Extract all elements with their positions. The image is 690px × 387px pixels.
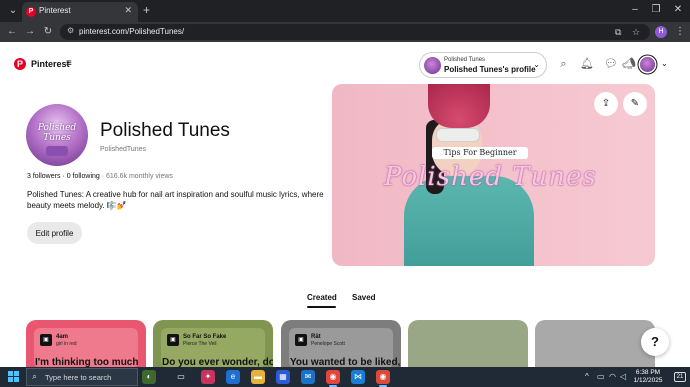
album-art-icon: ▣ — [295, 334, 307, 346]
song-title: So Far So Fake — [183, 334, 227, 340]
url-text[interactable]: pinterest.com/PolishedTunes/ — [79, 27, 184, 36]
account-menu-chevron-icon[interactable]: ⌄ — [661, 59, 668, 68]
lyric-text: I'm thinking too much — [35, 357, 139, 367]
active-tab-indicator — [307, 306, 336, 308]
system-clock[interactable]: 6:38 PM 1/12/2025 — [628, 369, 668, 385]
search-icon: ⌕ — [32, 371, 38, 381]
following-count[interactable]: 0 following — [67, 173, 100, 180]
song-artist: Penelope Scott — [311, 341, 345, 347]
pinterest-logo-icon[interactable]: P — [14, 58, 26, 70]
updates-megaphone-icon[interactable]: 📣︎ — [622, 58, 636, 71]
account-small-label: Polished Tunes — [444, 57, 486, 63]
chrome-icon[interactable]: ◉ — [326, 370, 340, 384]
notifications-bell-icon[interactable]: 🔔︎ — [580, 58, 594, 71]
new-tab-icon[interactable]: + — [143, 3, 150, 17]
tray-chevron-icon[interactable]: ^ — [585, 372, 589, 381]
edge-browser-icon[interactable]: e — [226, 370, 240, 384]
network-icon[interactable]: ▭ — [597, 372, 605, 381]
album-art-icon: ▣ — [40, 334, 52, 346]
tab-search-icon[interactable]: ⌄ — [6, 4, 20, 18]
copilot-icon[interactable]: ✦ — [201, 370, 215, 384]
cover-title: Polished Tunes — [384, 162, 597, 192]
profile-avatar: Polished Tunes — [26, 104, 88, 166]
board-card[interactable] — [408, 320, 528, 367]
browser-profile-avatar[interactable]: H — [655, 26, 667, 38]
clock-time: 6:38 PM — [635, 369, 661, 376]
weather-widget-icon[interactable]: ◐ — [142, 370, 156, 384]
mail-icon[interactable]: ✉ — [301, 370, 315, 384]
site-info-icon[interactable]: ⚙ — [67, 26, 74, 35]
account-avatar — [424, 57, 441, 74]
messages-icon[interactable]: 💬︎ — [604, 58, 618, 71]
wifi-icon[interactable]: ◠ — [609, 372, 616, 381]
share-icon[interactable]: ⇪ — [594, 92, 618, 116]
hamburger-menu-icon[interactable]: ≡ — [66, 58, 72, 69]
address-bar[interactable]: ⚙ pinterest.com/PolishedTunes/ ⧉ ☆ — [60, 24, 650, 40]
tab-created[interactable]: Created — [307, 293, 337, 302]
windows-start-icon[interactable] — [8, 371, 20, 383]
account-profile-label: Polished Tunes's profile — [444, 65, 536, 74]
window-close-icon[interactable]: ✕ — [671, 3, 685, 17]
maximize-icon[interactable]: ❐ — [649, 3, 663, 17]
profile-bio: Polished Tunes: A creative hub for nail … — [27, 190, 324, 210]
minimize-icon[interactable]: – — [628, 3, 642, 17]
task-view-icon[interactable]: ▭ — [174, 370, 188, 384]
pinterest-favicon-icon: P — [26, 7, 36, 17]
help-button[interactable]: ? — [641, 328, 669, 356]
profile-stats: 3 followers · 0 following · 616.6k month… — [27, 173, 173, 180]
browser-tab[interactable]: P Pinterest ✕ — [22, 2, 138, 22]
cover-image: Tips For Beginner Polished Tunes ⇪ ✎ — [332, 84, 655, 266]
song-title: 4am — [56, 334, 69, 340]
edit-pencil-icon[interactable]: ✎ — [623, 92, 647, 116]
album-art-icon: ▣ — [167, 334, 179, 346]
profile-name: Polished Tunes — [100, 120, 230, 141]
followers-count[interactable]: 3 followers — [27, 173, 60, 180]
microsoft-store-icon[interactable]: ▦ — [276, 370, 290, 384]
vscode-icon[interactable]: ⋈ — [351, 370, 365, 384]
lyric-text: Do you ever wonder, do you ever wonder — [162, 357, 273, 367]
header-avatar[interactable] — [640, 57, 655, 72]
bookmark-star-icon[interactable]: ☆ — [632, 25, 640, 39]
taskbar-search-placeholder: Type here to search — [45, 373, 112, 382]
forward-icon[interactable]: → — [23, 25, 37, 39]
song-artist: girl in red — [56, 341, 77, 347]
nail-polish-icon — [46, 146, 68, 156]
volume-icon[interactable]: ◁ — [620, 372, 626, 381]
notification-center-icon[interactable]: 21 — [674, 372, 686, 382]
profile-handle: PolishedTunes — [100, 146, 147, 153]
clock-date: 1/12/2025 — [633, 377, 663, 384]
install-app-icon[interactable]: ⧉ — [615, 25, 621, 39]
board-card[interactable]: ▣ 4am girl in red I'm thinking too much — [26, 320, 146, 367]
browser-toolbar: ← → ↻ ⚙ pinterest.com/PolishedTunes/ ⧉ ☆… — [0, 22, 690, 42]
song-artist: Pierce The Veil — [183, 341, 217, 347]
cover-hat — [428, 84, 490, 128]
account-switcher[interactable]: Polished Tunes Polished Tunes's profile … — [419, 52, 547, 78]
tab-title: Pinterest — [39, 6, 71, 15]
taskbar-search[interactable]: ⌕ Type here to search — [26, 368, 138, 386]
close-tab-icon[interactable]: ✕ — [124, 5, 132, 16]
lyric-text: You wanted to be liked, this — [290, 357, 401, 367]
browser-tabstrip: ⌄ P Pinterest ✕ + – ❐ ✕ — [0, 0, 690, 22]
board-card[interactable]: ▣ So Far So Fake Pierce The Veil Do you … — [153, 320, 273, 367]
reload-icon[interactable]: ↻ — [41, 25, 55, 39]
cover-sunglasses — [436, 128, 480, 142]
file-explorer-icon[interactable]: ▬ — [251, 370, 265, 384]
avatar-logo-text: Polished Tunes — [37, 123, 77, 143]
monthly-views: 616.6k monthly views — [106, 173, 173, 180]
edit-profile-button[interactable]: Edit profile — [27, 222, 82, 244]
chrome-profile-icon[interactable]: ◉ — [376, 370, 390, 384]
cover-tag: Tips For Beginner — [432, 147, 528, 159]
back-icon[interactable]: ← — [5, 25, 19, 39]
song-title: Rät — [311, 334, 321, 340]
board-card[interactable] — [535, 320, 655, 367]
brand-label[interactable]: Pinterest — [31, 59, 70, 69]
taskbar: ⌕ Type here to search ◐ ▭ ✦ e ▬ ▦ ✉ ◉ ⋈ … — [0, 367, 690, 387]
chevron-down-icon: ⌄ — [533, 60, 540, 69]
tab-saved[interactable]: Saved — [352, 293, 376, 302]
board-card[interactable]: ▣ Rät Penelope Scott You wanted to be li… — [281, 320, 401, 367]
search-icon[interactable]: ⌕ — [557, 58, 570, 71]
browser-menu-icon[interactable]: ⋮ — [675, 25, 685, 39]
